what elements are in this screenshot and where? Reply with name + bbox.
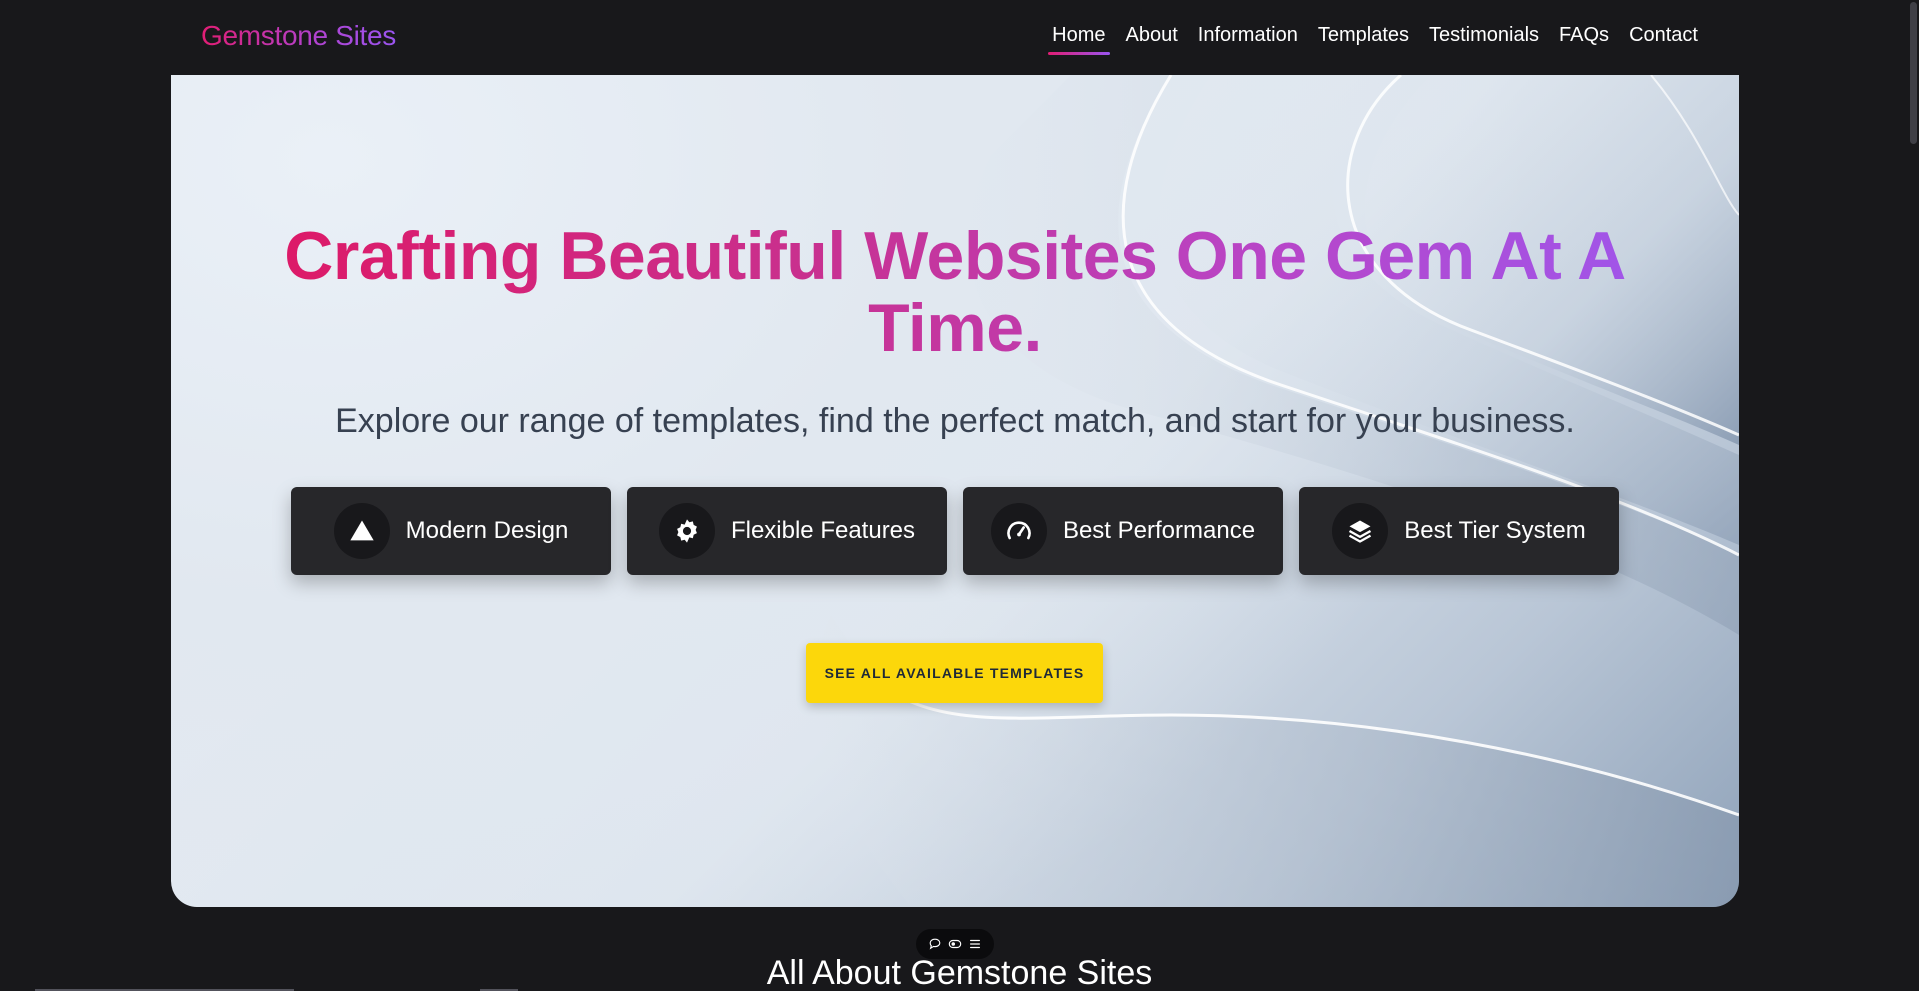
feature-label: Best Tier System [1404,517,1586,544]
hero-subtitle: Explore our range of templates, find the… [335,402,1575,440]
nav-link-faqs[interactable]: FAQs [1557,24,1611,53]
nav-item-home: Home [1050,24,1107,53]
scrollbar-thumb[interactable] [1910,2,1917,144]
nav-item-information: Information [1196,24,1300,53]
nav-link-home[interactable]: Home [1050,24,1107,53]
menu-icon[interactable] [968,937,982,951]
feature-card-best-performance[interactable]: Best Performance [963,487,1283,575]
nav-link-contact[interactable]: Contact [1627,24,1700,53]
feature-card-flexible-features[interactable]: Flexible Features [627,487,947,575]
layers-icon [1332,503,1389,559]
nav-link-information[interactable]: Information [1196,24,1300,53]
triangle-icon [333,503,390,559]
feature-card-modern-design[interactable]: Modern Design [291,487,611,575]
feature-list: Modern Design Flexible Features Best Per… [291,487,1619,575]
nav-item-contact: Contact [1627,24,1700,53]
feature-label: Flexible Features [730,517,916,544]
gear-icon [658,503,715,559]
feature-label: Modern Design [405,517,569,544]
nav-item-about: About [1124,24,1180,53]
nav-item-faqs: FAQs [1557,24,1611,53]
hero-section: Crafting Beautiful Websites One Gem At A… [171,75,1739,907]
feature-label: Best Performance [1062,517,1256,544]
nav-item-testimonials: Testimonials [1427,24,1541,53]
speedometer-icon [990,503,1047,559]
toggle-icon[interactable] [948,937,962,951]
page: Gemstone Sites Home About Information Te… [0,0,1919,991]
chat-icon[interactable] [928,937,942,951]
hero-title: Crafting Beautiful Websites One Gem At A… [171,220,1739,364]
nav-link-testimonials[interactable]: Testimonials [1427,24,1541,53]
feature-card-best-tier-system[interactable]: Best Tier System [1299,487,1619,575]
section-title: All About Gemstone Sites [766,954,1153,991]
navbar: Gemstone Sites Home About Information Te… [0,0,1919,75]
scrollbar[interactable] [1907,0,1919,991]
brand-logo[interactable]: Gemstone Sites [201,20,396,52]
nav-link-templates[interactable]: Templates [1316,24,1411,53]
nav-item-templates: Templates [1316,24,1411,53]
nav-links: Home About Information Templates Testimo… [1034,24,1700,53]
nav-link-about[interactable]: About [1124,24,1180,53]
see-all-templates-button[interactable]: SEE ALL AVAILABLE TEMPLATES [806,643,1103,703]
